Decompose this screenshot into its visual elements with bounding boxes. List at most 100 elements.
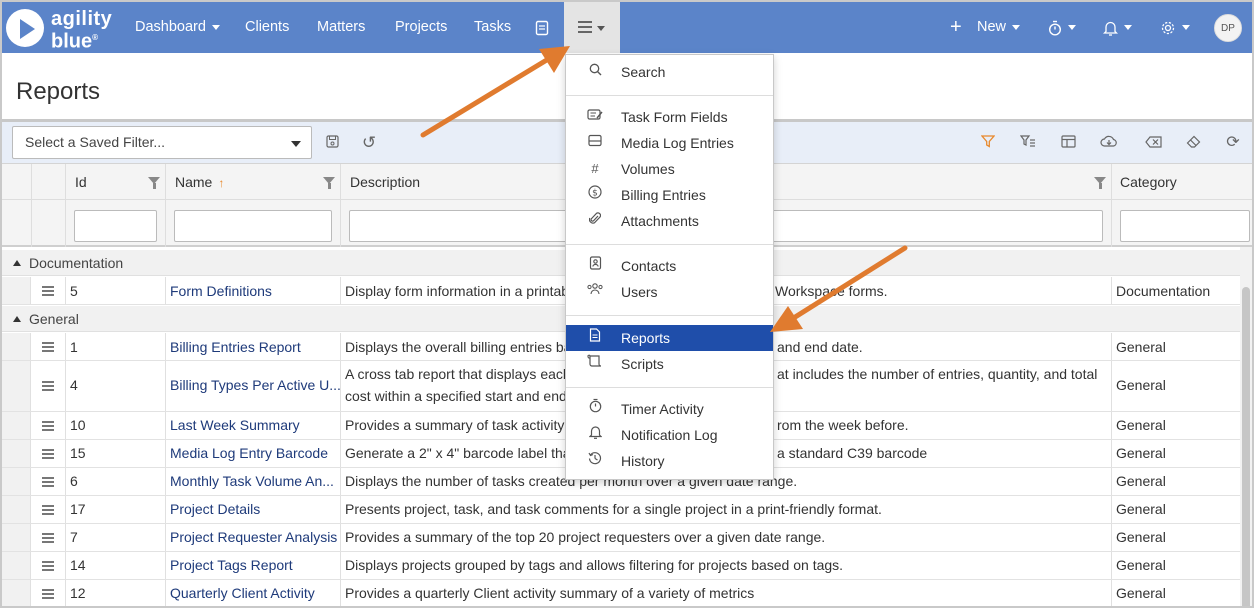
eraser-icon[interactable]	[1183, 133, 1203, 153]
cell-category: General	[1116, 557, 1166, 573]
menu-item-reports[interactable]: Reports	[566, 325, 773, 351]
clear-filter-icon[interactable]	[1018, 133, 1038, 153]
name-filter-input[interactable]	[174, 210, 332, 242]
category-filter-input[interactable]	[1120, 210, 1250, 242]
refresh-icon[interactable]: ⟳	[1223, 133, 1243, 153]
drag-handle-icon[interactable]	[42, 589, 54, 599]
menu-item-label: Billing Entries	[621, 187, 706, 203]
nav-projects[interactable]: Projects	[395, 2, 447, 53]
cell-id: 12	[70, 585, 86, 601]
cell-name-link[interactable]: Billing Types Per Active U...	[170, 377, 341, 393]
group-label: Documentation	[29, 255, 124, 271]
drag-handle-icon[interactable]	[42, 286, 54, 296]
menu-item-search[interactable]: Search	[566, 59, 773, 85]
cell-id: 6	[70, 473, 78, 489]
top-navbar: agility blue® Dashboard Clients Matters …	[2, 2, 1252, 53]
cell-name-link[interactable]: Monthly Task Volume An...	[170, 473, 334, 489]
drag-handle-icon[interactable]	[42, 505, 54, 515]
cell-name-link[interactable]: Form Definitions	[170, 283, 272, 299]
saved-filter-select[interactable]: Select a Saved Filter...	[12, 126, 312, 159]
menu-item-history[interactable]: History	[566, 448, 773, 474]
settings-menu[interactable]	[1160, 2, 1190, 53]
cell-name-link[interactable]: Project Requester Analysis	[170, 529, 337, 545]
clear-icon[interactable]	[1143, 133, 1163, 153]
menu-item-attachments[interactable]: Attachments	[566, 208, 773, 234]
drag-handle-icon[interactable]	[42, 477, 54, 487]
nav-tasks[interactable]: Tasks	[474, 2, 511, 53]
notifications-menu[interactable]	[1102, 2, 1132, 53]
agility-blue-logo[interactable]: agility blue®	[6, 8, 124, 52]
column-header-name[interactable]: Name ↑	[175, 164, 224, 200]
cell-name-link[interactable]: Quarterly Client Activity	[170, 585, 315, 601]
menu-item-billing-entries[interactable]: $ Billing Entries	[566, 182, 773, 208]
column-filter-icon[interactable]	[148, 177, 160, 189]
history-icon	[586, 448, 604, 474]
drag-handle-icon[interactable]	[42, 342, 54, 352]
id-filter-input[interactable]	[74, 210, 157, 242]
collapse-triangle-icon[interactable]	[13, 316, 21, 322]
logo-text-line2: blue	[51, 30, 93, 53]
save-icon[interactable]	[322, 133, 342, 153]
cell-name-link[interactable]: Project Tags Report	[170, 557, 293, 573]
column-filter-icon[interactable]	[1094, 177, 1106, 189]
nav-matters[interactable]: Matters	[317, 2, 365, 53]
stopwatch-icon	[586, 396, 604, 422]
download-icon[interactable]	[1099, 133, 1119, 153]
cell-description: Provides a summary of the top 20 project…	[345, 529, 826, 545]
cell-description-tail: rom the week before.	[777, 417, 909, 433]
hamburger-menu-button[interactable]	[564, 2, 620, 53]
columns-icon[interactable]	[1058, 133, 1078, 153]
user-avatar[interactable]: DP	[1214, 14, 1242, 42]
menu-item-users[interactable]: Users	[566, 279, 773, 305]
menu-item-label: Reports	[621, 330, 671, 346]
drag-handle-icon[interactable]	[42, 561, 54, 571]
scrollbar-thumb[interactable]	[1242, 287, 1250, 606]
table-row[interactable]: 7 Project Requester Analysis Provides a …	[2, 524, 1252, 552]
menu-item-label: Scripts	[621, 356, 664, 372]
table-row[interactable]: 12 Quarterly Client Activity Provides a …	[2, 580, 1252, 606]
menu-item-timer-activity[interactable]: Timer Activity	[566, 396, 773, 422]
menu-item-volumes[interactable]: # Volumes	[566, 156, 773, 182]
menu-item-contacts[interactable]: Contacts	[566, 253, 773, 279]
column-header-id[interactable]: Id	[75, 164, 87, 200]
cell-id: 10	[70, 417, 86, 433]
cell-name-link[interactable]: Media Log Entry Barcode	[170, 445, 328, 461]
paperclip-icon	[586, 208, 604, 234]
cell-name-link[interactable]: Billing Entries Report	[170, 339, 301, 355]
table-row[interactable]: 17 Project Details Presents project, tas…	[2, 496, 1252, 524]
drag-handle-icon[interactable]	[42, 449, 54, 459]
plus-icon[interactable]: +	[950, 2, 962, 53]
vertical-scrollbar[interactable]	[1240, 247, 1252, 606]
logo-text-line1: agility	[51, 8, 113, 30]
gear-icon	[1161, 21, 1175, 34]
group-label: General	[29, 311, 79, 327]
scripts-icon	[586, 351, 604, 377]
chevron-down-icon	[1182, 25, 1190, 31]
drag-handle-icon[interactable]	[42, 421, 54, 431]
document-icon[interactable]	[535, 2, 549, 53]
column-filter-icon[interactable]	[323, 177, 335, 189]
cell-description: Display form information in a printab	[345, 283, 570, 299]
drag-handle-icon[interactable]	[42, 533, 54, 543]
menu-item-scripts[interactable]: Scripts	[566, 351, 773, 377]
table-row[interactable]: 14 Project Tags Report Displays projects…	[2, 552, 1252, 580]
undo-icon[interactable]: ↺	[359, 133, 379, 153]
cell-id: 15	[70, 445, 86, 461]
hamburger-menu-icon	[578, 21, 592, 33]
new-button[interactable]: New	[977, 2, 1021, 53]
cell-description: Presents project, task, and task comment…	[345, 501, 882, 517]
menu-item-label: Timer Activity	[621, 401, 704, 417]
cell-name-link[interactable]: Project Details	[170, 501, 260, 517]
column-header-category[interactable]: Category	[1120, 164, 1177, 200]
stopwatch-menu[interactable]	[1048, 2, 1076, 53]
drag-handle-icon[interactable]	[42, 381, 54, 391]
filter-icon[interactable]	[978, 133, 998, 153]
collapse-triangle-icon[interactable]	[13, 260, 21, 266]
nav-clients[interactable]: Clients	[245, 2, 289, 53]
nav-dashboard[interactable]: Dashboard	[135, 2, 220, 53]
column-header-description[interactable]: Description	[350, 164, 420, 200]
menu-item-media-log-entries[interactable]: Media Log Entries	[566, 130, 773, 156]
menu-item-task-form-fields[interactable]: Task Form Fields	[566, 104, 773, 130]
menu-item-notification-log[interactable]: Notification Log	[566, 422, 773, 448]
cell-name-link[interactable]: Last Week Summary	[170, 417, 300, 433]
